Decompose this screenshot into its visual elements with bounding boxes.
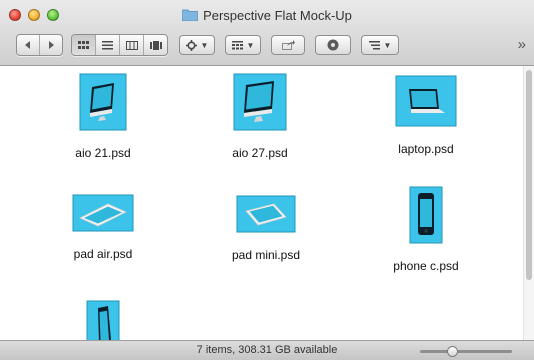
back-button[interactable]	[17, 35, 40, 55]
scrollbar-thumb[interactable]	[526, 70, 532, 280]
chevron-right-icon	[49, 41, 54, 49]
chevron-down-icon: ▼	[383, 40, 392, 50]
icon-size-slider-track[interactable]	[420, 350, 512, 353]
file-item-phone-c[interactable]: phone c.psd	[356, 186, 496, 273]
share-icon	[281, 40, 295, 50]
laptop-thumbnail-icon	[395, 75, 457, 127]
action-menu-button[interactable]: ▼	[179, 35, 215, 55]
toolbar: ▼ ▼ ▼	[16, 33, 399, 57]
share-button[interactable]	[271, 35, 305, 55]
tablet-thumbnail-icon	[72, 194, 134, 232]
view-mode-control	[71, 34, 168, 56]
chevron-left-icon	[25, 41, 30, 49]
file-item-laptop[interactable]: laptop.psd	[356, 75, 496, 156]
sort-icon	[368, 40, 380, 49]
list-view-button[interactable]	[96, 35, 120, 55]
coverflow-view-icon	[149, 40, 162, 50]
file-name: phone c.psd	[393, 259, 459, 273]
file-item-aio-21[interactable]: aio 21.psd	[33, 73, 173, 160]
nav-buttons	[16, 34, 63, 56]
file-icon-grid: aio 21.psd aio 27.psd laptop.psd pad air…	[0, 66, 524, 346]
chevron-down-icon: ▼	[200, 40, 209, 50]
vertical-scrollbar[interactable]	[523, 66, 534, 340]
window-toolbar: Perspective Flat Mock-Up ▼ ▼ ▼ »	[0, 0, 534, 66]
icon-view-icon	[78, 40, 89, 49]
eye-icon	[327, 39, 339, 51]
quicklook-button[interactable]	[315, 35, 351, 55]
file-name: aio 21.psd	[75, 146, 131, 160]
icon-view-button[interactable]	[72, 35, 96, 55]
phone-thumbnail-icon	[86, 300, 120, 346]
file-name: aio 27.psd	[232, 146, 288, 160]
chevron-down-icon: ▼	[246, 40, 255, 50]
arrange-icon	[231, 40, 243, 49]
finder-window: Perspective Flat Mock-Up ▼ ▼ ▼ » aio 21.…	[0, 0, 534, 360]
gear-icon	[185, 39, 197, 51]
phone-thumbnail-icon	[409, 186, 443, 244]
imac-thumbnail-icon	[233, 73, 287, 131]
file-item-aio-27[interactable]: aio 27.psd	[190, 73, 330, 160]
file-item-pad-air[interactable]: pad air.psd	[33, 194, 173, 261]
tablet-thumbnail-icon	[236, 195, 296, 233]
list-view-icon	[102, 40, 113, 49]
arrange-menu-button[interactable]: ▼	[225, 35, 261, 55]
status-bar: 7 items, 308.31 GB available	[0, 340, 534, 360]
sort-menu-button[interactable]: ▼	[361, 35, 399, 55]
forward-button[interactable]	[40, 35, 62, 55]
window-title-text: Perspective Flat Mock-Up	[203, 8, 352, 23]
column-view-icon	[125, 40, 138, 50]
coverflow-view-button[interactable]	[144, 35, 167, 55]
window-title: Perspective Flat Mock-Up	[0, 8, 534, 23]
file-item-pad-mini[interactable]: pad mini.psd	[196, 195, 336, 262]
file-name: pad mini.psd	[231, 248, 301, 262]
toolbar-overflow-button[interactable]: »	[518, 36, 526, 53]
file-name: pad air.psd	[73, 247, 133, 261]
imac-thumbnail-icon	[79, 73, 127, 131]
folder-icon	[182, 9, 199, 21]
column-view-button[interactable]	[120, 35, 144, 55]
file-name: laptop.psd	[398, 142, 454, 156]
